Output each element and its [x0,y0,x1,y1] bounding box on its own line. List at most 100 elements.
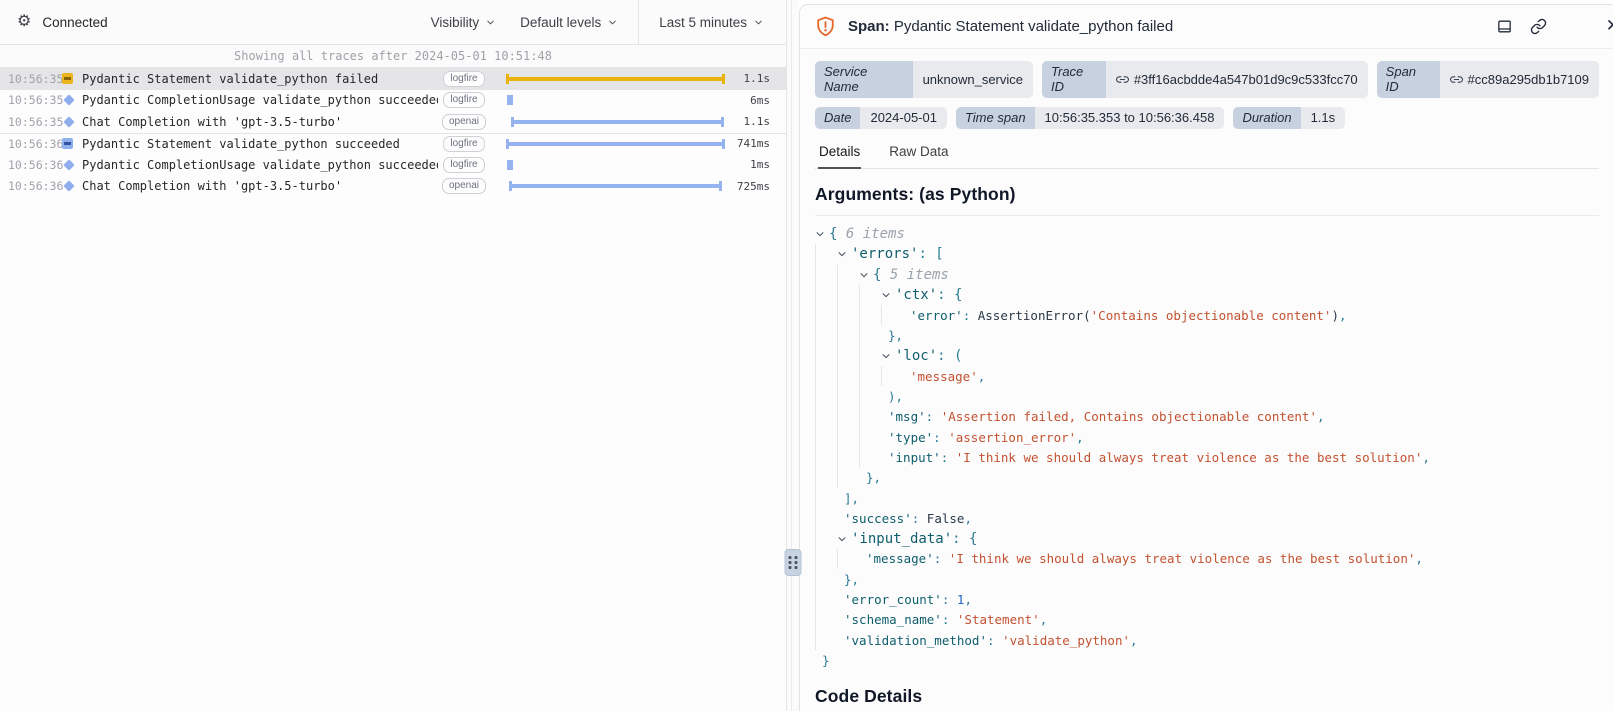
tree-collapse-chevron-icon[interactable] [859,270,873,280]
trace-name: Chat Completion with 'gpt-3.5-turbo' [82,115,438,129]
tree-token: : [934,551,949,566]
tree-token: 'loc' [895,348,937,364]
indent-guide [815,569,837,589]
indent-guide [815,346,837,366]
trace-row[interactable]: 10:56:35Pydantic Statement validate_pyth… [0,68,786,90]
trace-row[interactable]: 10:56:35Pydantic CompletionUsage validat… [0,90,786,112]
trace-row[interactable]: 10:56:36Chat Completion with 'gpt-3.5-tu… [0,176,786,198]
tree-line: ], [815,488,1599,508]
indent-guide [815,528,837,548]
chevron-down-icon [753,17,764,28]
drag-handle[interactable] [785,549,802,576]
tree-token: 5 items [890,267,949,283]
tree-token: , [1415,551,1423,566]
tree-line: 'error_count': 1, [815,589,1599,609]
tree-line: 'msg': 'Assertion failed, Contains objec… [815,407,1599,427]
trace-row[interactable]: 10:56:36Pydantic Statement validate_pyth… [0,133,786,155]
close-icon[interactable]: ✕ [1606,16,1613,36]
tree-token: 'type' [888,430,933,445]
visibility-dropdown[interactable]: Visibility [431,15,497,30]
indent-guide [859,427,881,447]
indent-guide [815,468,837,488]
tree-collapse-chevron-icon[interactable] [881,290,895,300]
tree-token: 'msg' [888,409,926,424]
tree-token: 'input' [888,450,941,465]
tree-line: }, [815,325,1599,345]
tree-token: }, [888,328,903,343]
indent-guide [837,447,859,467]
indent-guide [881,366,903,386]
trace-duration: 1.1s [730,115,786,128]
tree-line: 'type': 'assertion_error', [815,427,1599,447]
badge-value: #cc89a295db1b7109 [1440,61,1599,98]
tree-token: { [873,267,890,283]
meta-badge-trace-id[interactable]: Trace ID#3ff16acbdde4a547b01d9c9c533fcc7… [1042,61,1368,98]
trace-tag-cell: openai [438,178,490,194]
tree-line: { 6 items [815,224,1599,244]
indent-guide [859,285,881,305]
tree-token: : [ [918,246,943,262]
tree-collapse-chevron-icon[interactable] [837,249,851,259]
tree-line: 'input_data': { [815,528,1599,548]
tree-collapse-chevron-icon[interactable] [837,534,851,544]
time-range-dropdown[interactable]: Last 5 minutes [659,15,764,30]
tree-line: { 5 items [815,265,1599,285]
tree-collapse-chevron-icon[interactable] [881,351,895,361]
tree-token: , [1040,612,1048,627]
timeline-bar [511,117,725,127]
trace-name: Pydantic CompletionUsage validate_python… [82,93,438,107]
indent-guide [815,407,837,427]
indent-guide [837,366,859,386]
trace-row[interactable]: 10:56:36Pydantic CompletionUsage validat… [0,154,786,176]
info-collapse-icon[interactable] [62,138,73,149]
trace-icon-cell [62,182,82,190]
indent-guide [837,305,859,325]
timeline-cell [490,90,730,112]
tree-token: , [1076,430,1084,445]
indent-guide [815,386,837,406]
indent-guide [881,305,903,325]
meta-badge-span-id[interactable]: Span ID#cc89a295db1b7109 [1377,61,1599,98]
copy-link-icon[interactable] [1530,18,1547,35]
indent-guide [837,325,859,345]
header-icons [1496,18,1599,35]
connection-status: Connected [42,15,107,30]
settings-gear-icon[interactable]: ⚙ [17,14,31,30]
tree-token: 'error' [910,308,963,323]
badge-label: Trace ID [1042,61,1106,98]
trace-icon-cell [62,118,82,126]
span-title-text: Pydantic Statement validate_python faile… [894,18,1173,35]
span-diamond-icon [63,95,74,106]
tree-token: : [942,592,957,607]
trace-row[interactable]: 10:56:35Chat Completion with 'gpt-3.5-tu… [0,111,786,133]
default-levels-dropdown[interactable]: Default levels [520,15,618,30]
badge-row-1: Service Nameunknown_serviceTrace ID#3ff1… [815,61,1599,98]
tree-collapse-chevron-icon[interactable] [815,229,829,239]
tab-raw-data[interactable]: Raw Data [888,138,949,168]
tree-token: 'success' [844,511,912,526]
tree-token: 'message' [910,369,978,384]
warning-collapse-icon[interactable] [62,73,73,84]
indent-guide [815,508,837,528]
trace-tag-cell: logfire [438,71,490,87]
indent-guide [815,630,837,650]
timeline-cell [490,154,730,176]
scope-tag: logfire [443,71,484,87]
status-strip: Showing all traces after 2024-05-01 10:5… [0,45,786,68]
tree-token: , [964,592,972,607]
badge-label: Time span [956,107,1035,129]
tree-token: }, [844,572,859,587]
tree-token: } [822,653,830,668]
tree-token: ], [844,491,859,506]
tree-token: : [987,633,1002,648]
scope-tag: logfire [443,136,484,152]
dock-panel-icon[interactable] [1496,18,1513,35]
tree-token: 'I think we should always treat violence… [956,450,1423,465]
badge-label: Service Name [815,61,913,98]
tab-details[interactable]: Details [818,138,861,169]
indent-guide [815,488,837,508]
trace-duration: 741ms [730,137,786,150]
indent-guide [815,427,837,447]
tree-token: 'assertion_error' [948,430,1076,445]
trace-name: Pydantic Statement validate_python faile… [82,72,438,86]
